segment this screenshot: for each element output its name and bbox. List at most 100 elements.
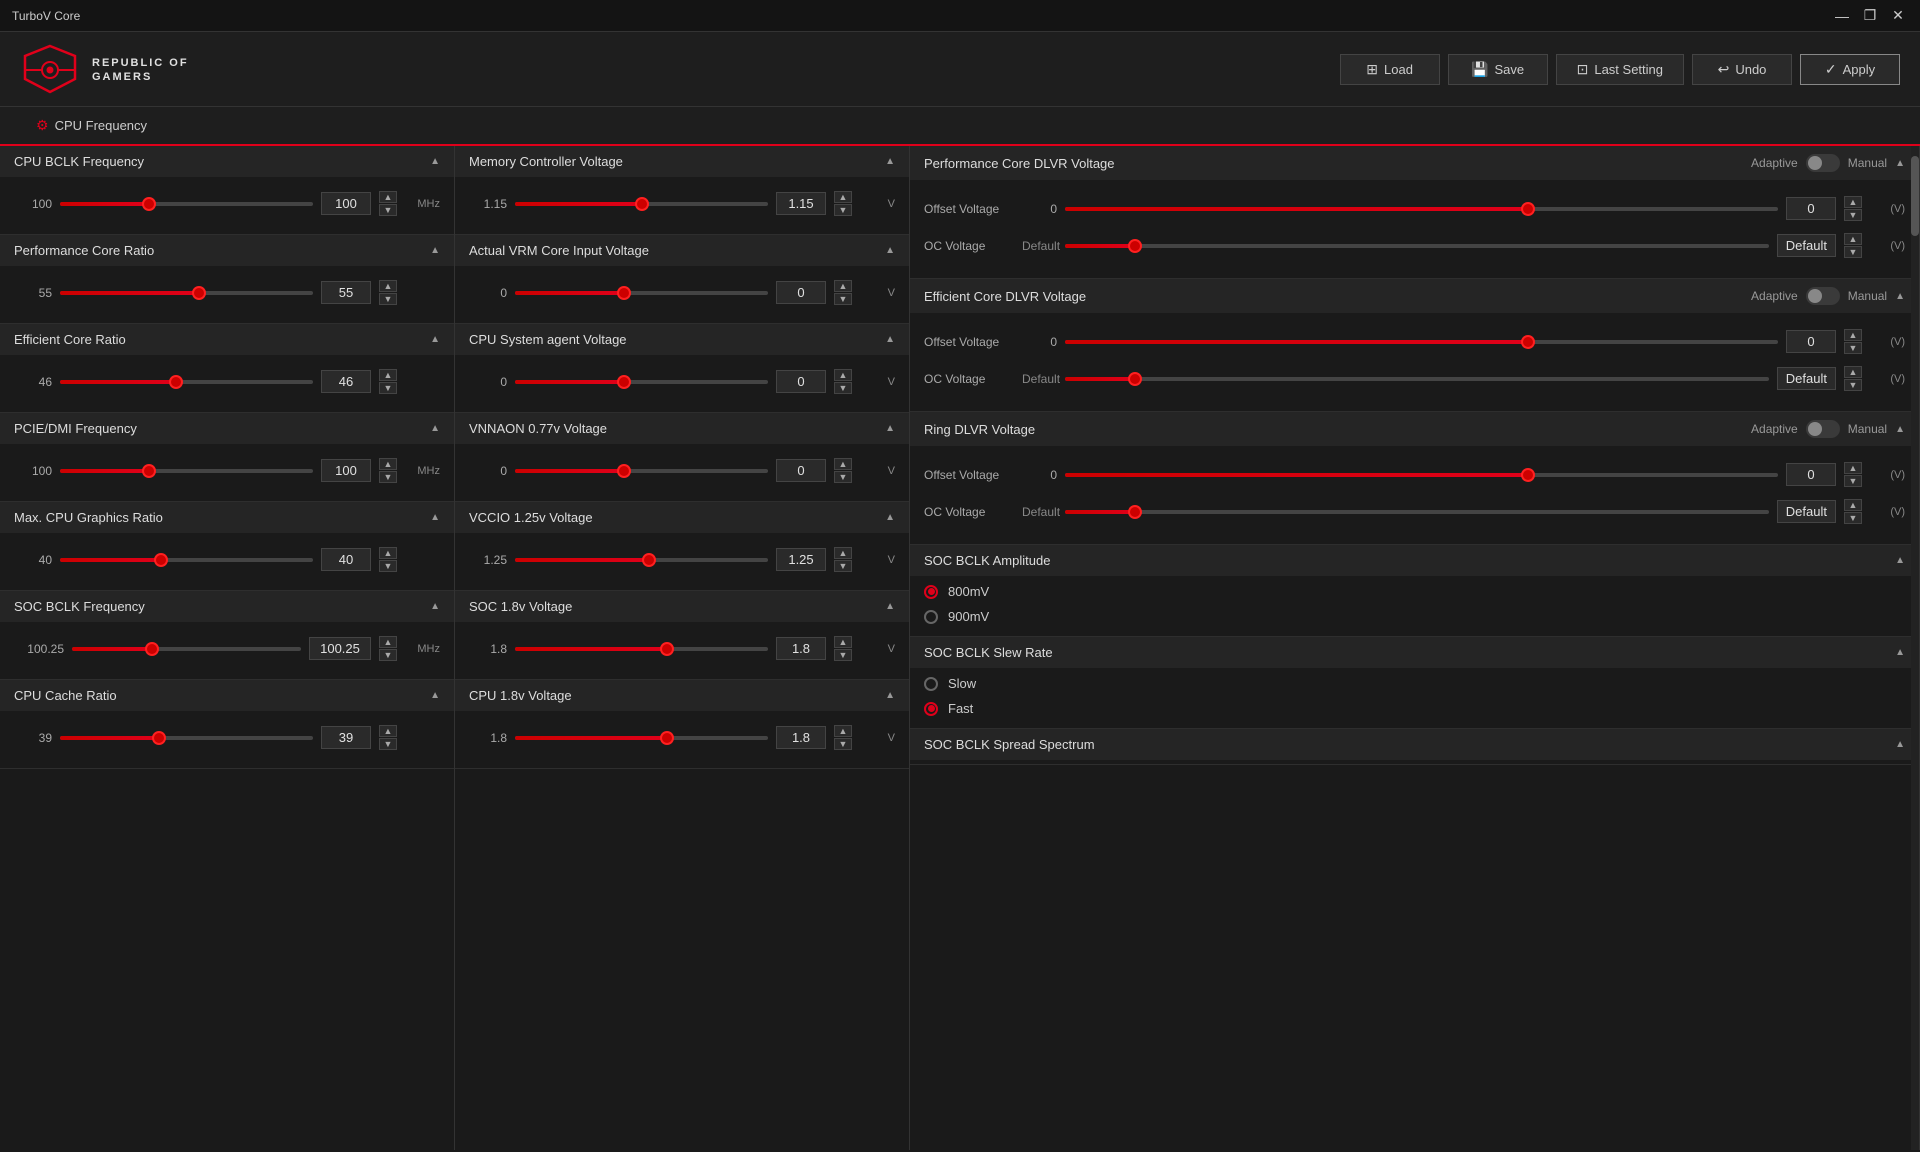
- collapse-cpu-1v8[interactable]: ▲: [885, 690, 895, 701]
- max-cpu-graphics-slider[interactable]: [60, 558, 313, 562]
- collapse-soc-bclk-slew[interactable]: ▲: [1895, 647, 1905, 658]
- perf-core-dlvr-toggle[interactable]: [1806, 154, 1840, 172]
- eff-core-slider[interactable]: [60, 380, 313, 384]
- vnnaon-value[interactable]: 0: [776, 459, 826, 482]
- perf-core-down[interactable]: ▼: [379, 293, 397, 305]
- collapse-max-cpu-graphics[interactable]: ▲: [430, 512, 440, 523]
- eff-core-oc-value[interactable]: Default: [1777, 367, 1836, 390]
- soc-bclk-freq-down[interactable]: ▼: [379, 649, 397, 661]
- collapse-soc-1v8[interactable]: ▲: [885, 601, 895, 612]
- vccio-value[interactable]: 1.25: [776, 548, 826, 571]
- max-cpu-graphics-up[interactable]: ▲: [379, 547, 397, 559]
- collapse-ring-dlvr[interactable]: ▲: [1895, 424, 1905, 435]
- mem-ctrl-down[interactable]: ▼: [834, 204, 852, 216]
- max-cpu-graphics-value[interactable]: 40: [321, 548, 371, 571]
- perf-core-offset-slider[interactable]: [1065, 207, 1778, 211]
- collapse-actual-vrm[interactable]: ▲: [885, 245, 895, 256]
- cpu-cache-ratio-down[interactable]: ▼: [379, 738, 397, 750]
- collapse-perf-core-dlvr[interactable]: ▲: [1895, 158, 1905, 169]
- collapse-cpu-cache-ratio[interactable]: ▲: [430, 690, 440, 701]
- load-button[interactable]: ⊞ Load: [1340, 54, 1440, 85]
- ring-dlvr-toggle[interactable]: [1806, 420, 1840, 438]
- collapse-soc-bclk-spread[interactable]: ▲: [1895, 739, 1905, 750]
- cpu-sys-agent-value[interactable]: 0: [776, 370, 826, 393]
- maximize-button[interactable]: ❐: [1860, 6, 1880, 26]
- eff-core-oc-up[interactable]: ▲: [1844, 366, 1862, 378]
- pcie-dmi-down[interactable]: ▼: [379, 471, 397, 483]
- perf-core-oc-slider[interactable]: [1065, 244, 1769, 248]
- vnnaon-down[interactable]: ▼: [834, 471, 852, 483]
- ring-dlvr-oc-slider[interactable]: [1065, 510, 1769, 514]
- actual-vrm-value[interactable]: 0: [776, 281, 826, 304]
- cpu-bclk-up[interactable]: ▲: [379, 191, 397, 203]
- soc-1v8-slider[interactable]: [515, 647, 768, 651]
- perf-core-offset-up[interactable]: ▲: [1844, 196, 1862, 208]
- cpu-sys-agent-up[interactable]: ▲: [834, 369, 852, 381]
- eff-core-value[interactable]: 46: [321, 370, 371, 393]
- collapse-cpu-sys-agent[interactable]: ▲: [885, 334, 895, 345]
- ring-dlvr-offset-value[interactable]: 0: [1786, 463, 1836, 486]
- soc-bclk-freq-slider[interactable]: [72, 647, 301, 651]
- perf-core-slider[interactable]: [60, 291, 313, 295]
- cpu-bclk-down[interactable]: ▼: [379, 204, 397, 216]
- cpu-sys-agent-down[interactable]: ▼: [834, 382, 852, 394]
- undo-button[interactable]: ↩ Undo: [1692, 54, 1792, 85]
- cpu-bclk-slider[interactable]: [60, 202, 313, 206]
- soc-bclk-freq-value[interactable]: 100.25: [309, 637, 371, 660]
- eff-core-up[interactable]: ▲: [379, 369, 397, 381]
- soc-1v8-value[interactable]: 1.8: [776, 637, 826, 660]
- ring-dlvr-oc-value[interactable]: Default: [1777, 500, 1836, 523]
- actual-vrm-down[interactable]: ▼: [834, 293, 852, 305]
- eff-core-oc-down[interactable]: ▼: [1844, 379, 1862, 391]
- right-scrollbar-thumb[interactable]: [1911, 156, 1919, 236]
- collapse-pcie-dmi[interactable]: ▲: [430, 423, 440, 434]
- collapse-mem-ctrl[interactable]: ▲: [885, 156, 895, 167]
- tab-cpu-frequency[interactable]: ⚙ CPU Frequency: [20, 107, 163, 146]
- eff-core-offset-slider[interactable]: [1065, 340, 1778, 344]
- perf-core-up[interactable]: ▲: [379, 280, 397, 292]
- collapse-eff-core-dlvr[interactable]: ▲: [1895, 291, 1905, 302]
- collapse-soc-bclk-amplitude[interactable]: ▲: [1895, 555, 1905, 566]
- mem-ctrl-value[interactable]: 1.15: [776, 192, 826, 215]
- cpu-bclk-value[interactable]: 100: [321, 192, 371, 215]
- collapse-vnnaon[interactable]: ▲: [885, 423, 895, 434]
- cpu-cache-ratio-up[interactable]: ▲: [379, 725, 397, 737]
- cpu-sys-agent-slider[interactable]: [515, 380, 768, 384]
- perf-core-offset-down[interactable]: ▼: [1844, 209, 1862, 221]
- ring-dlvr-offset-slider[interactable]: [1065, 473, 1778, 477]
- collapse-eff-core[interactable]: ▲: [430, 334, 440, 345]
- eff-core-offset-up[interactable]: ▲: [1844, 329, 1862, 341]
- ring-dlvr-offset-up[interactable]: ▲: [1844, 462, 1862, 474]
- cpu-cache-ratio-slider[interactable]: [60, 736, 313, 740]
- eff-core-offset-value[interactable]: 0: [1786, 330, 1836, 353]
- collapse-cpu-bclk[interactable]: ▲: [430, 156, 440, 167]
- perf-core-value[interactable]: 55: [321, 281, 371, 304]
- ring-dlvr-oc-up[interactable]: ▲: [1844, 499, 1862, 511]
- save-button[interactable]: 💾 Save: [1448, 54, 1548, 85]
- vccio-up[interactable]: ▲: [834, 547, 852, 559]
- cpu-1v8-down[interactable]: ▼: [834, 738, 852, 750]
- radio-800mv[interactable]: 800mV: [924, 584, 1905, 599]
- soc-1v8-down[interactable]: ▼: [834, 649, 852, 661]
- collapse-vccio[interactable]: ▲: [885, 512, 895, 523]
- mem-ctrl-slider[interactable]: [515, 202, 768, 206]
- cpu-cache-ratio-value[interactable]: 39: [321, 726, 371, 749]
- vccio-down[interactable]: ▼: [834, 560, 852, 572]
- actual-vrm-slider[interactable]: [515, 291, 768, 295]
- max-cpu-graphics-down[interactable]: ▼: [379, 560, 397, 572]
- eff-core-oc-slider[interactable]: [1065, 377, 1769, 381]
- collapse-soc-bclk-freq[interactable]: ▲: [430, 601, 440, 612]
- mem-ctrl-up[interactable]: ▲: [834, 191, 852, 203]
- cpu-1v8-value[interactable]: 1.8: [776, 726, 826, 749]
- last-setting-button[interactable]: ⊡ Last Setting: [1556, 54, 1684, 85]
- apply-button[interactable]: ✓ Apply: [1800, 54, 1900, 85]
- ring-dlvr-offset-down[interactable]: ▼: [1844, 475, 1862, 487]
- cpu-1v8-up[interactable]: ▲: [834, 725, 852, 737]
- pcie-dmi-slider[interactable]: [60, 469, 313, 473]
- radio-900mv[interactable]: 900mV: [924, 609, 1905, 624]
- cpu-1v8-slider[interactable]: [515, 736, 768, 740]
- pcie-dmi-up[interactable]: ▲: [379, 458, 397, 470]
- perf-core-oc-value[interactable]: Default: [1777, 234, 1836, 257]
- eff-core-offset-down[interactable]: ▼: [1844, 342, 1862, 354]
- soc-1v8-up[interactable]: ▲: [834, 636, 852, 648]
